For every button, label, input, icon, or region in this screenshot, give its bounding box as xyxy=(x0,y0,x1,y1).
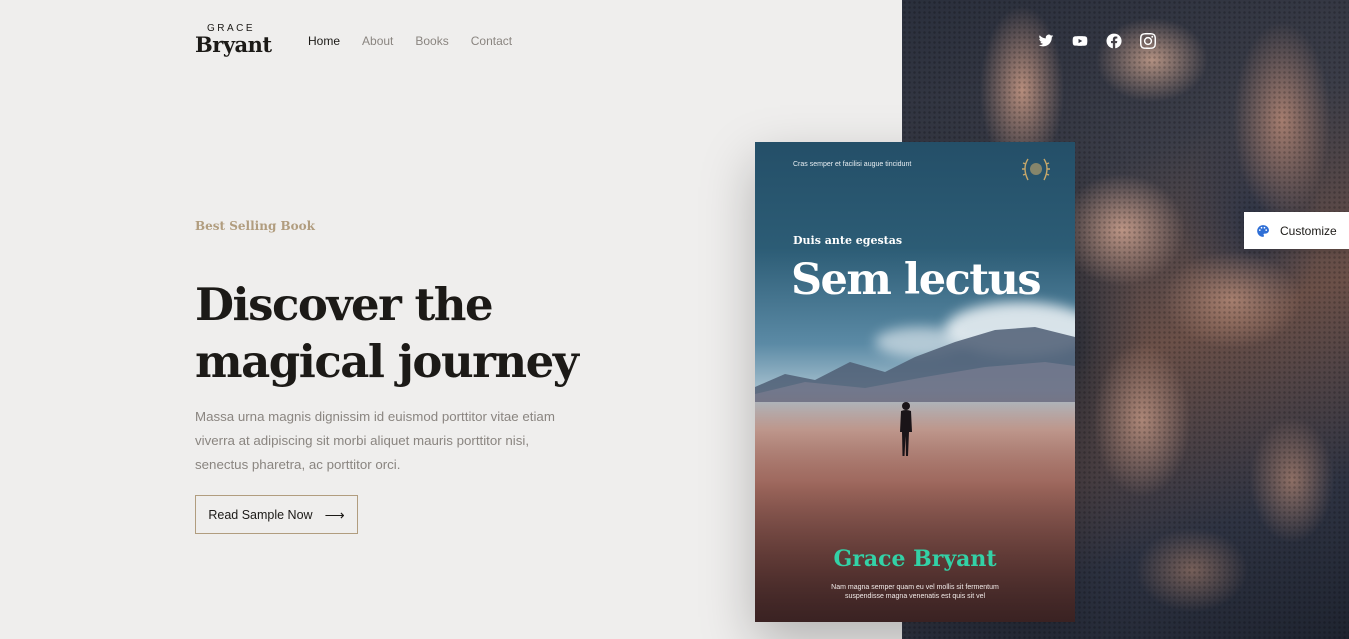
customize-label: Customize xyxy=(1280,223,1337,238)
book-author: Grace Bryant xyxy=(833,546,997,572)
book-top-text: Cras semper et facilisi augue tincidunt xyxy=(793,161,912,168)
book-title: Sem lectus xyxy=(791,255,1042,305)
hero-headline: Discover the magical journey xyxy=(195,276,615,390)
customize-button[interactable]: Customize xyxy=(1244,212,1349,249)
laurel-award-icon xyxy=(1022,158,1050,181)
nav-item-books[interactable]: Books xyxy=(415,34,448,48)
arrow-right-icon: ⟶ xyxy=(324,506,345,523)
youtube-icon[interactable] xyxy=(1072,33,1088,49)
instagram-icon[interactable] xyxy=(1140,33,1156,49)
book-cover[interactable]: Cras semper et facilisi augue tincidunt … xyxy=(755,142,1075,622)
facebook-icon[interactable] xyxy=(1106,33,1122,49)
site-logo[interactable]: GRACE Bryant xyxy=(195,24,275,56)
read-sample-label: Read Sample Now xyxy=(208,507,313,522)
twitter-icon[interactable] xyxy=(1038,33,1054,49)
nav-item-about[interactable]: About xyxy=(362,34,393,48)
book-blurb-line-2: suspendisse magna venenatis est quis sit… xyxy=(844,593,986,600)
hero-eyebrow: Best Selling Book xyxy=(195,219,315,233)
book-kicker: Duis ante egestas xyxy=(793,234,903,247)
book-blurb: Nam magna semper quam eu vel mollis sit … xyxy=(815,583,1015,601)
headline-line-1: Discover the xyxy=(195,278,494,331)
book-blurb-line-1: Nam magna semper quam eu vel mollis sit … xyxy=(831,584,999,591)
headline-line-2: magical journey xyxy=(195,335,579,388)
logo-bottom-text: Bryant xyxy=(195,32,272,57)
read-sample-button[interactable]: Read Sample Now ⟶ xyxy=(195,495,358,534)
nav-item-contact[interactable]: Contact xyxy=(471,34,512,48)
social-links xyxy=(1038,33,1156,49)
nav-item-home[interactable]: Home xyxy=(308,34,340,48)
palette-icon xyxy=(1256,224,1270,238)
main-nav: Home About Books Contact xyxy=(308,34,512,48)
walking-figure xyxy=(900,402,912,456)
hero-description: Massa urna magnis dignissim id euismod p… xyxy=(195,409,555,472)
